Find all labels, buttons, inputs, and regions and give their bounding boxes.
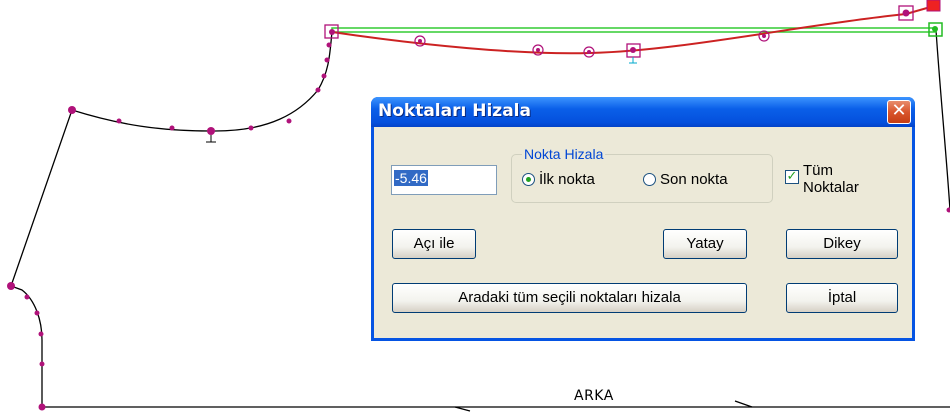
radio-unselected-icon bbox=[643, 173, 656, 186]
checkbox-all-points[interactable]: ✓ bbox=[785, 170, 799, 184]
point bbox=[932, 26, 938, 32]
point bbox=[324, 57, 330, 63]
point bbox=[536, 48, 540, 52]
point bbox=[207, 127, 215, 135]
point bbox=[946, 207, 950, 213]
align-point-group: Nokta Hizala İlk nokta Son nokta bbox=[511, 146, 773, 203]
point bbox=[329, 29, 335, 35]
end-point-red-marker bbox=[926, 0, 941, 12]
point bbox=[34, 310, 40, 316]
point bbox=[630, 47, 636, 53]
dialog-titlebar[interactable]: Noktaları Hizala ✕ bbox=[371, 97, 915, 127]
point bbox=[902, 9, 910, 17]
point bbox=[321, 73, 327, 79]
point bbox=[24, 294, 30, 300]
point bbox=[587, 50, 591, 54]
align-all-selected-button[interactable]: Aradaki tüm seçili noktaları hizala bbox=[392, 283, 747, 313]
tick-markers-cyan bbox=[629, 57, 637, 64]
point bbox=[418, 39, 422, 43]
vertical-button[interactable]: Dikey bbox=[786, 229, 898, 259]
point bbox=[68, 106, 76, 114]
value-input-text: -5.46 bbox=[394, 170, 428, 186]
radio-selected-icon bbox=[522, 173, 535, 186]
radio-last-label: Son nokta bbox=[660, 171, 728, 188]
tick-markers bbox=[206, 135, 216, 143]
align-points-dialog: Noktaları Hizala ✕ -5.46 Nokta Hizala İl… bbox=[371, 97, 915, 341]
point bbox=[7, 282, 15, 290]
angle-button[interactable]: Açı ile bbox=[392, 229, 476, 259]
radio-last-point[interactable]: Son nokta bbox=[643, 171, 728, 188]
point bbox=[326, 42, 332, 48]
dialog-body: -5.46 Nokta Hizala İlk nokta Son nokta ✓… bbox=[374, 127, 912, 338]
point bbox=[248, 125, 254, 131]
point bbox=[39, 361, 45, 367]
point bbox=[315, 87, 321, 93]
close-icon[interactable]: ✕ bbox=[887, 100, 911, 124]
point bbox=[116, 118, 122, 124]
pattern-label: ARKA bbox=[574, 388, 614, 404]
alignment-guide-line bbox=[331, 27, 937, 33]
horizontal-button[interactable]: Yatay bbox=[663, 229, 747, 259]
value-input[interactable]: -5.46 bbox=[391, 165, 497, 195]
group-label: Nokta Hizala bbox=[522, 146, 606, 162]
checkbox-all-label: Tüm Noktalar bbox=[803, 162, 859, 196]
cancel-button[interactable]: İptal bbox=[786, 283, 898, 313]
point bbox=[38, 331, 44, 337]
selected-curve[interactable] bbox=[331, 5, 935, 55]
point bbox=[286, 118, 292, 124]
radio-first-point[interactable]: İlk nokta bbox=[522, 171, 595, 188]
point bbox=[169, 125, 175, 131]
point bbox=[38, 403, 46, 411]
radio-first-label: İlk nokta bbox=[539, 171, 595, 188]
point bbox=[762, 34, 766, 38]
dialog-title: Noktaları Hizala bbox=[378, 101, 531, 121]
